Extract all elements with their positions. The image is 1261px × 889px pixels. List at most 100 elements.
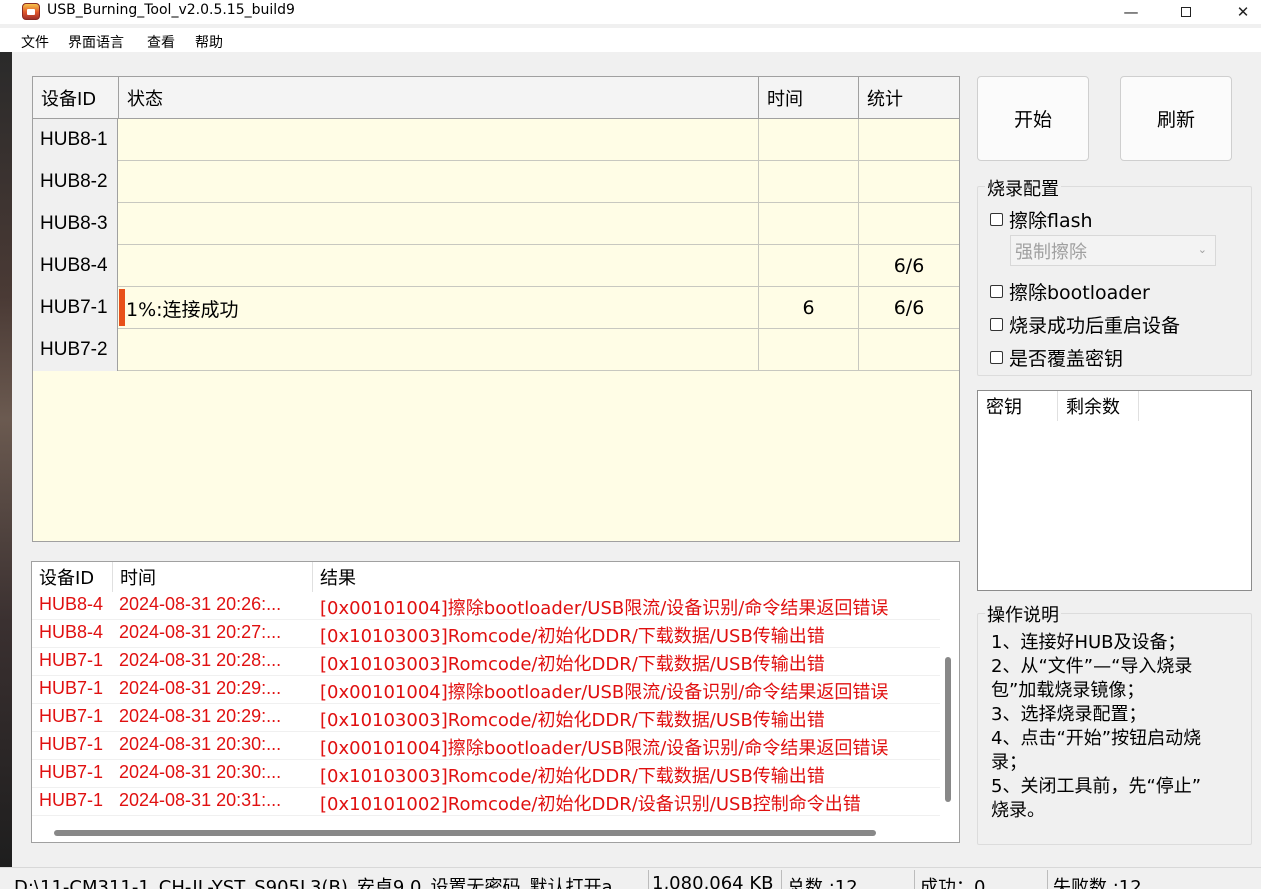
device-stat-cell bbox=[859, 329, 959, 371]
device-time-cell bbox=[759, 119, 859, 161]
erase-bootloader-label: 擦除bootloader bbox=[1009, 282, 1150, 304]
device-row[interactable]: HUB8-4 6/6 bbox=[33, 245, 959, 287]
desktop-background-strip bbox=[0, 52, 12, 867]
checkbox-box[interactable] bbox=[990, 213, 1003, 226]
device-status-cell bbox=[119, 161, 759, 203]
log-device-id: HUB8-4 bbox=[39, 622, 104, 642]
instruction-line: 烧录。 bbox=[991, 800, 1045, 821]
device-status-cell bbox=[119, 119, 759, 161]
device-stat-cell bbox=[859, 203, 959, 245]
menu-view[interactable]: 查看 bbox=[147, 32, 175, 52]
erase-mode-value: 强制擦除 bbox=[1015, 241, 1087, 263]
device-time-cell: 6 bbox=[759, 287, 859, 329]
device-status-cell bbox=[119, 203, 759, 245]
app-icon bbox=[22, 3, 40, 20]
device-time-cell bbox=[759, 245, 859, 287]
log-row[interactable]: HUB7-1 2024-08-31 20:31:... [0x10101002]Ro… bbox=[32, 788, 940, 816]
log-row[interactable]: HUB7-1 2024-08-31 20:29:... [0x00101004]擦除… bbox=[32, 676, 940, 704]
chevron-down-icon: ⌄ bbox=[1197, 243, 1207, 256]
key-col-key[interactable]: 密钥 bbox=[978, 391, 1058, 421]
log-result: [0x10103003]Romcode/初始化DDR/下载数据/USB传输出错 bbox=[320, 654, 825, 675]
status-image-path: D:\11-CM311-1_CH-JL-YST_S905L3(B)_安卓9.0_… bbox=[14, 877, 613, 889]
instruction-line: 录； bbox=[991, 752, 1027, 773]
log-device-id: HUB7-1 bbox=[39, 706, 104, 726]
status-separator bbox=[781, 870, 782, 889]
key-list[interactable]: 密钥 剩余数 bbox=[977, 390, 1252, 591]
device-table: 设备ID 状态 时间 统计 HUB8-1 HUB8-2 HUB8-3 HUB8-4 6/… bbox=[32, 76, 960, 542]
close-button[interactable]: ✕ bbox=[1214, 0, 1261, 24]
log-row[interactable]: HUB7-1 2024-08-31 20:29:... [0x10103003]Ro… bbox=[32, 704, 940, 732]
status-separator bbox=[648, 870, 649, 889]
log-row[interactable]: HUB7-1 2024-08-31 20:30:... [0x10103003]Ro… bbox=[32, 760, 940, 788]
start-button[interactable]: 开始 bbox=[977, 76, 1089, 161]
log-row[interactable]: HUB8-4 2024-08-31 20:27:... [0x10103003]Ro… bbox=[32, 620, 940, 648]
instruction-line: 4、点击“开始”按钮启动烧 bbox=[991, 728, 1202, 749]
device-status-cell: 1%:连接成功 bbox=[119, 287, 759, 329]
log-device-id: HUB7-1 bbox=[39, 734, 104, 754]
maximize-button[interactable] bbox=[1157, 0, 1215, 24]
status-separator bbox=[914, 870, 915, 889]
erase-flash-checkbox[interactable]: 擦除flash bbox=[990, 206, 1093, 233]
device-id-cell: HUB8-4 bbox=[33, 245, 118, 287]
log-vertical-scrollbar[interactable] bbox=[945, 657, 951, 802]
col-stat[interactable]: 统计 bbox=[859, 77, 959, 119]
menu-help[interactable]: 帮助 bbox=[195, 32, 223, 52]
device-id-cell: HUB7-2 bbox=[33, 329, 118, 371]
col-status[interactable]: 状态 bbox=[119, 77, 759, 119]
log-result: [0x00101004]擦除bootloader/USB限流/设备识别/命令结果… bbox=[320, 682, 889, 703]
instruction-line: 5、关闭工具前，先“停止” bbox=[991, 776, 1202, 797]
log-row[interactable]: HUB8-4 2024-08-31 20:26:... [0x00101004]擦除… bbox=[32, 592, 940, 620]
log-device-id: HUB7-1 bbox=[39, 762, 104, 782]
reboot-after-checkbox[interactable]: 烧录成功后重启设备 bbox=[990, 311, 1180, 338]
minimize-button[interactable]: — bbox=[1102, 0, 1160, 24]
erase-bootloader-checkbox[interactable]: 擦除bootloader bbox=[990, 278, 1150, 305]
burn-config-title: 烧录配置 bbox=[985, 175, 1061, 201]
log-col-device-id[interactable]: 设备ID bbox=[32, 562, 113, 592]
instruction-line: 3、选择烧录配置； bbox=[991, 704, 1147, 725]
device-row[interactable]: HUB8-2 bbox=[33, 161, 959, 203]
log-time: 2024-08-31 20:29:... bbox=[119, 678, 282, 698]
device-status-cell bbox=[119, 329, 759, 371]
device-stat-cell: 6/6 bbox=[893, 297, 925, 319]
log-table-header: 设备ID 时间 结果 bbox=[32, 562, 940, 592]
device-row[interactable]: HUB8-1 bbox=[33, 119, 959, 161]
progress-bar bbox=[119, 289, 126, 326]
status-image-size: 1,080,064 KB bbox=[652, 873, 774, 889]
minimize-icon: — bbox=[1123, 3, 1139, 21]
col-device-id[interactable]: 设备ID bbox=[33, 77, 119, 119]
log-row[interactable]: HUB7-1 2024-08-31 20:30:... [0x00101004]擦除… bbox=[32, 732, 940, 760]
log-col-time[interactable]: 时间 bbox=[113, 562, 313, 592]
menu-file[interactable]: 文件 bbox=[21, 32, 49, 52]
menu-language[interactable]: 界面语言 bbox=[68, 32, 124, 52]
status-bar: D:\11-CM311-1_CH-JL-YST_S905L3(B)_安卓9.0_… bbox=[0, 867, 1261, 889]
device-row[interactable]: HUB8-3 bbox=[33, 203, 959, 245]
instructions-text: 1、连接好HUB及设备； 2、从“文件”—“导入烧录 包”加载烧录镜像； 3、选… bbox=[991, 631, 1246, 823]
device-time-cell bbox=[759, 161, 859, 203]
maximize-icon bbox=[1181, 7, 1191, 17]
log-horizontal-scrollbar[interactable] bbox=[54, 830, 876, 836]
checkbox-box[interactable] bbox=[990, 318, 1003, 331]
checkbox-box[interactable] bbox=[990, 351, 1003, 364]
log-row[interactable]: HUB7-1 2024-08-31 20:28:... [0x10103003]Ro… bbox=[32, 648, 940, 676]
log-time: 2024-08-31 20:28:... bbox=[119, 650, 282, 670]
device-row[interactable]: HUB7-1 1%:连接成功 6 6/6 bbox=[33, 287, 959, 329]
col-time[interactable]: 时间 bbox=[759, 77, 859, 119]
log-result: [0x10101002]Romcode/初始化DDR/设备识别/USB控制命令出… bbox=[320, 794, 861, 815]
key-col-remaining[interactable]: 剩余数 bbox=[1058, 391, 1139, 421]
checkbox-box[interactable] bbox=[990, 285, 1003, 298]
overwrite-key-label: 是否覆盖密钥 bbox=[1009, 348, 1124, 370]
device-status-cell bbox=[119, 245, 759, 287]
log-time: 2024-08-31 20:26:... bbox=[119, 594, 282, 614]
device-stat-cell: 6/6 bbox=[893, 255, 925, 277]
device-row[interactable]: HUB7-2 bbox=[33, 329, 959, 371]
log-device-id: HUB7-1 bbox=[39, 650, 104, 670]
log-col-result[interactable]: 结果 bbox=[313, 562, 940, 592]
overwrite-key-checkbox[interactable]: 是否覆盖密钥 bbox=[990, 344, 1123, 371]
instructions-title: 操作说明 bbox=[985, 601, 1061, 627]
status-failed: 失败数 :12 bbox=[1053, 877, 1142, 889]
instruction-line: 包”加载烧录镜像； bbox=[991, 680, 1145, 701]
refresh-button[interactable]: 刷新 bbox=[1120, 76, 1232, 161]
instruction-line: 2、从“文件”—“导入烧录 bbox=[991, 656, 1193, 677]
erase-mode-select[interactable]: 强制擦除 ⌄ bbox=[1010, 235, 1216, 266]
close-icon: ✕ bbox=[1236, 3, 1250, 21]
